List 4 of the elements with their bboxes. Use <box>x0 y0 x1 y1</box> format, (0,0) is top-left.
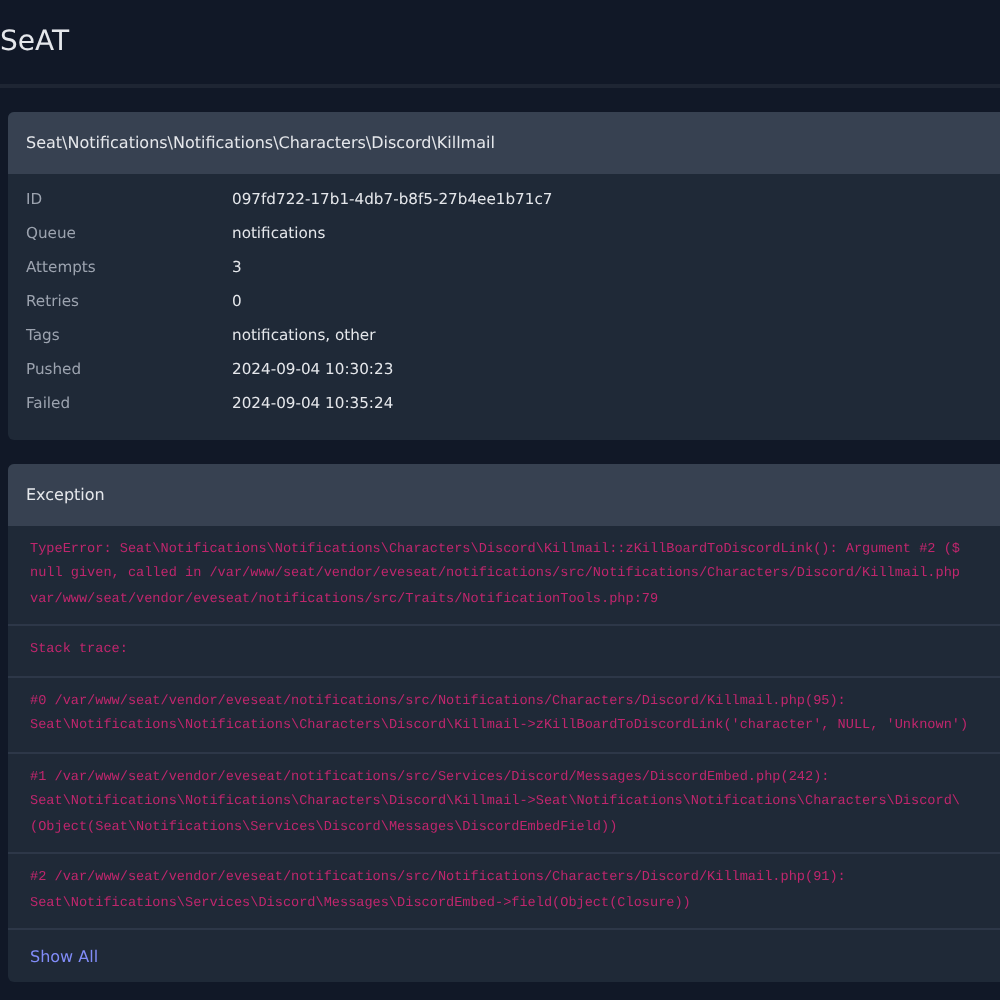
card-title: Exception <box>8 463 1000 525</box>
show-all-link[interactable]: Show All <box>30 948 99 966</box>
card-title: Seat\Notifications\Notifications\Characters\Discord\Killmail <box>8 112 1000 174</box>
app-title: SeAT <box>0 25 70 57</box>
